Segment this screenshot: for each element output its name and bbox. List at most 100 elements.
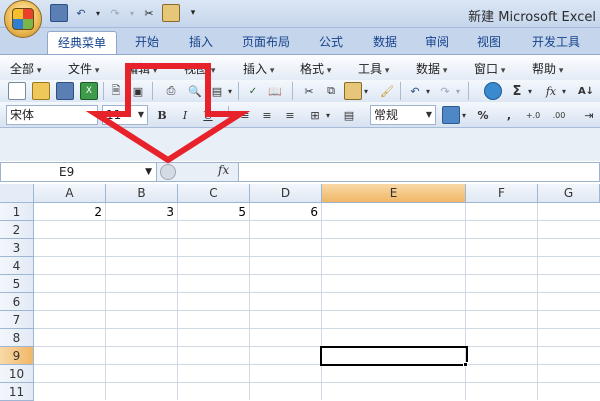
row-header-7[interactable]: 7 xyxy=(0,311,34,329)
print-preview-icon[interactable]: 🗎 xyxy=(107,82,125,100)
row-header-2[interactable]: 2 xyxy=(0,221,34,239)
print-setup-icon[interactable]: ▣ xyxy=(129,82,147,100)
page-dropdown-icon[interactable]: ▾ xyxy=(226,82,234,100)
cell-a1[interactable]: 2 xyxy=(34,203,106,221)
tab-formulas[interactable]: 公式 xyxy=(308,31,354,54)
undo-toolbar-icon[interactable]: ↶ xyxy=(406,82,424,100)
preview-icon[interactable]: 🔍 xyxy=(186,82,204,100)
tab-insert[interactable]: 插入 xyxy=(178,31,224,54)
column-header-a[interactable]: A xyxy=(34,184,106,203)
page-icon[interactable]: ▤ xyxy=(208,82,226,100)
undo-toolbar-dropdown-icon[interactable]: ▾ xyxy=(424,82,432,100)
number-format-combo[interactable]: 常规 ▼ xyxy=(370,105,436,125)
menu-data[interactable]: 数据 xyxy=(416,60,447,77)
undo-icon[interactable]: ↶ xyxy=(72,4,90,22)
cell-b1[interactable]: 3 xyxy=(106,203,178,221)
italic-button[interactable]: I xyxy=(176,106,194,124)
currency-dropdown-icon[interactable]: ▾ xyxy=(460,106,468,124)
new-document-icon[interactable] xyxy=(8,82,26,100)
paste-dropdown-icon[interactable]: ▾ xyxy=(362,82,370,100)
align-left-icon[interactable]: ≡ xyxy=(236,106,254,124)
redo-toolbar-icon[interactable]: ↷ xyxy=(436,82,454,100)
merge-dropdown-icon[interactable]: ▾ xyxy=(324,106,332,124)
row-header-4[interactable]: 4 xyxy=(0,257,34,275)
formula-bar-circle-button[interactable] xyxy=(160,164,176,180)
tab-developer[interactable]: 开发工具 xyxy=(522,31,590,54)
column-header-b[interactable]: B xyxy=(106,184,178,203)
indent-icon[interactable]: ⇥ xyxy=(580,106,598,124)
spelling-icon[interactable]: ✓ xyxy=(244,82,262,100)
active-cell-e9[interactable] xyxy=(320,346,468,366)
comma-style-icon[interactable]: , xyxy=(500,106,518,124)
redo-dropdown-icon[interactable]: ▾ xyxy=(128,4,136,22)
wrap-text-icon[interactable]: ▤ xyxy=(340,106,358,124)
menu-edit[interactable]: 编辑 xyxy=(126,60,157,77)
insert-function-fx-icon[interactable]: fx xyxy=(218,163,229,177)
menu-format[interactable]: 格式 xyxy=(300,60,331,77)
excel-icon[interactable]: X xyxy=(80,82,98,100)
percent-style-icon[interactable]: % xyxy=(474,106,492,124)
open-folder-icon[interactable] xyxy=(32,82,50,100)
font-size-dropdown-icon[interactable]: ▼ xyxy=(135,106,147,124)
row-header-5[interactable]: 5 xyxy=(0,275,34,293)
tab-classic-menu[interactable]: 经典菜单 xyxy=(47,31,117,54)
row-header-10[interactable]: 10 xyxy=(0,365,34,383)
font-size-combo[interactable]: 11 ▼ xyxy=(102,105,148,125)
undo-dropdown-icon[interactable]: ▾ xyxy=(94,4,102,22)
currency-icon[interactable] xyxy=(442,106,460,124)
menu-all[interactable]: 全部 xyxy=(10,60,41,77)
decrease-decimal-icon[interactable]: .00 xyxy=(548,106,570,124)
name-box-dropdown-icon[interactable]: ▼ xyxy=(145,163,152,181)
paste-icon[interactable] xyxy=(162,4,180,22)
printer-icon[interactable]: ⎙ xyxy=(162,82,180,100)
name-box[interactable]: E9 ▼ xyxy=(0,162,157,182)
align-right-icon[interactable]: ≡ xyxy=(281,106,299,124)
row-header-11[interactable]: 11 xyxy=(0,383,34,401)
save-file-icon[interactable] xyxy=(56,82,74,100)
align-center-icon[interactable]: ≡ xyxy=(258,106,276,124)
office-button[interactable] xyxy=(4,0,42,38)
number-format-dropdown-icon[interactable]: ▼ xyxy=(423,106,435,124)
menu-help[interactable]: 帮助 xyxy=(532,60,563,77)
column-header-d[interactable]: D xyxy=(250,184,322,203)
menu-tools[interactable]: 工具 xyxy=(358,60,389,77)
autosum-icon[interactable]: Σ xyxy=(508,82,526,100)
tools-icon[interactable]: ✂ xyxy=(140,4,158,22)
tab-view[interactable]: 视图 xyxy=(466,31,512,54)
row-header-9[interactable]: 9 xyxy=(0,347,34,365)
row-header-3[interactable]: 3 xyxy=(0,239,34,257)
select-all-corner[interactable] xyxy=(0,184,34,203)
tab-home[interactable]: 开始 xyxy=(124,31,170,54)
row-header-8[interactable]: 8 xyxy=(0,329,34,347)
cell-c1[interactable]: 5 xyxy=(178,203,250,221)
insert-function-icon[interactable]: fx xyxy=(542,82,560,100)
menu-file[interactable]: 文件 xyxy=(68,60,99,77)
tab-review[interactable]: 审阅 xyxy=(414,31,460,54)
hyperlink-icon[interactable] xyxy=(484,82,502,100)
row-header-6[interactable]: 6 xyxy=(0,293,34,311)
underline-button[interactable]: U xyxy=(199,106,217,124)
menu-insert[interactable]: 插入 xyxy=(243,60,274,77)
autosum-dropdown-icon[interactable]: ▾ xyxy=(526,82,534,100)
redo-icon[interactable]: ↷ xyxy=(106,4,124,22)
formula-input[interactable] xyxy=(238,162,600,182)
customize-qat-icon[interactable]: ▾ xyxy=(184,4,202,22)
tab-data[interactable]: 数据 xyxy=(362,31,408,54)
function-dropdown-icon[interactable]: ▾ xyxy=(560,82,568,100)
paste-clipboard-icon[interactable] xyxy=(344,82,362,100)
cell-d1[interactable]: 6 xyxy=(250,203,322,221)
copy-icon[interactable]: ⧉ xyxy=(322,82,340,100)
cut-icon[interactable]: ✂ xyxy=(300,82,318,100)
format-painter-icon[interactable]: 🖌 xyxy=(378,82,396,100)
row-header-1[interactable]: 1 xyxy=(0,203,34,221)
column-header-e[interactable]: E xyxy=(322,184,466,203)
menu-view[interactable]: 视图 xyxy=(184,60,215,77)
redo-toolbar-dropdown-icon[interactable]: ▾ xyxy=(454,82,462,100)
column-header-c[interactable]: C xyxy=(178,184,250,203)
increase-decimal-icon[interactable]: +.0 xyxy=(522,106,544,124)
tab-page-layout[interactable]: 页面布局 xyxy=(232,31,300,54)
font-name-combo[interactable]: 宋体 xyxy=(6,105,98,125)
save-icon[interactable] xyxy=(50,4,68,22)
column-header-g[interactable]: G xyxy=(538,184,600,203)
menu-window[interactable]: 窗口 xyxy=(474,60,505,77)
